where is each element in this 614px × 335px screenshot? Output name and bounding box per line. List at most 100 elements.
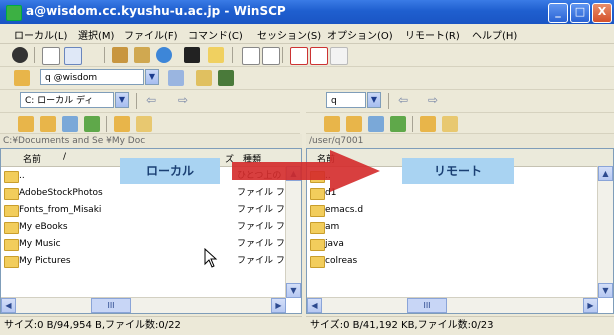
local-nav-toolbar: C: ローカル ディ ▼ ⇦ ⇨ bbox=[0, 90, 300, 113]
col-name[interactable]: 名前 bbox=[23, 152, 41, 165]
music-folder-icon bbox=[4, 239, 19, 251]
remote-dir-combo[interactable]: q bbox=[326, 92, 366, 108]
list-item[interactable]: java bbox=[307, 237, 613, 252]
refresh-dir-icon[interactable] bbox=[84, 116, 100, 132]
plus-icon[interactable] bbox=[242, 47, 260, 65]
root-dir-icon[interactable] bbox=[40, 116, 56, 132]
minimize-button[interactable]: _ bbox=[548, 3, 568, 23]
new-folder-icon[interactable] bbox=[208, 47, 224, 63]
minus-icon[interactable] bbox=[262, 47, 280, 65]
toolbar-separator bbox=[106, 116, 107, 132]
remote-vertical-scrollbar[interactable]: ▲ ▼ bbox=[597, 166, 613, 298]
home-icon[interactable] bbox=[62, 116, 78, 132]
open-dir-icon[interactable] bbox=[420, 116, 436, 132]
toolbar-separator bbox=[136, 93, 137, 109]
winscp-app-icon bbox=[6, 5, 22, 21]
scroll-up-button[interactable]: ▲ bbox=[598, 166, 613, 181]
save-session-icon[interactable] bbox=[218, 70, 234, 86]
forward-icon[interactable]: ⇨ bbox=[428, 93, 438, 107]
parent-folder-icon bbox=[4, 171, 19, 183]
local-dir-toolbar bbox=[0, 113, 300, 134]
session-toolbar: q @wisdom ▼ bbox=[0, 67, 614, 90]
forward-icon[interactable]: ⇨ bbox=[178, 93, 188, 107]
menu-file[interactable]: ファイル(F) bbox=[124, 27, 178, 42]
folder-icon bbox=[310, 222, 325, 234]
title-bar: a@wisdom.cc.kyushu-u.ac.jp - WinSCP _ □ … bbox=[0, 0, 614, 24]
menu-session[interactable]: セッション(S) bbox=[257, 27, 321, 42]
session-open-icon[interactable] bbox=[168, 70, 184, 86]
scroll-down-button[interactable]: ▼ bbox=[286, 283, 301, 298]
sync-icon[interactable] bbox=[112, 47, 128, 63]
toolbar-separator bbox=[282, 47, 283, 63]
menu-select[interactable]: 選択(M) bbox=[78, 27, 114, 42]
back-icon[interactable]: ⇦ bbox=[398, 93, 408, 107]
local-overlay-label: ローカル bbox=[120, 158, 220, 184]
list-item[interactable]: emacs.d bbox=[307, 203, 613, 218]
refresh-icon[interactable] bbox=[156, 47, 172, 63]
folder-icon bbox=[4, 222, 19, 234]
workspace-icon[interactable] bbox=[196, 70, 212, 86]
parent-dir-icon[interactable] bbox=[324, 116, 340, 132]
open-dir-icon[interactable] bbox=[114, 116, 130, 132]
find-dir-icon[interactable] bbox=[442, 116, 458, 132]
remote-dir-dropdown[interactable]: ▼ bbox=[367, 92, 381, 108]
list-item[interactable]: My eBooks ファイル フ: bbox=[1, 220, 301, 235]
menu-help[interactable]: ヘルプ(H) bbox=[472, 27, 517, 42]
remote-horizontal-scrollbar[interactable]: ◀ III ▶ bbox=[307, 297, 598, 313]
terminal-icon[interactable] bbox=[184, 47, 200, 63]
remote-path: /user/q7001 bbox=[306, 134, 614, 148]
list-item[interactable]: colreas bbox=[307, 254, 613, 269]
scroll-right-button[interactable]: ▶ bbox=[583, 298, 598, 313]
session-combo[interactable]: q @wisdom bbox=[40, 69, 144, 85]
list-item[interactable]: My Pictures ファイル フ: bbox=[1, 254, 301, 269]
compare-icon[interactable] bbox=[134, 47, 150, 63]
scroll-left-button[interactable]: ◀ bbox=[1, 298, 16, 313]
local-path: C:¥Documents and Se ¥My Doc bbox=[0, 134, 302, 148]
col-sort-indicator: / bbox=[63, 152, 67, 162]
new-session-icon[interactable] bbox=[14, 70, 30, 86]
main-toolbar bbox=[0, 44, 614, 67]
toolbar-separator bbox=[412, 116, 413, 132]
copy-icon[interactable] bbox=[64, 47, 82, 65]
open-icon[interactable] bbox=[42, 47, 60, 65]
remote-dir-toolbar bbox=[306, 113, 614, 134]
local-drive-combo[interactable]: C: ローカル ディ bbox=[20, 92, 114, 108]
scroll-left-button[interactable]: ◀ bbox=[307, 298, 322, 313]
folder-icon bbox=[310, 256, 325, 268]
list-item[interactable]: am bbox=[307, 220, 613, 235]
local-drive-dropdown[interactable]: ▼ bbox=[115, 92, 129, 108]
maximize-button[interactable]: □ bbox=[570, 3, 590, 23]
menu-remote[interactable]: リモート(R) bbox=[405, 27, 460, 42]
remote-status: サイズ:0 B/41,192 KB,ファイル数:0/23 bbox=[306, 316, 614, 334]
find-dir-icon[interactable] bbox=[136, 116, 152, 132]
folder-icon bbox=[4, 188, 19, 200]
session-combo-dropdown[interactable]: ▼ bbox=[145, 69, 159, 85]
menu-options[interactable]: オプション(O) bbox=[327, 27, 393, 42]
scroll-thumb[interactable]: III bbox=[91, 298, 131, 313]
remote-nav-toolbar: q ▼ ⇦ ⇨ bbox=[306, 90, 614, 113]
folder-icon bbox=[4, 205, 19, 217]
filter-icon[interactable] bbox=[290, 47, 308, 65]
menu-local[interactable]: ローカル(L) bbox=[14, 27, 67, 42]
refresh-dir-icon[interactable] bbox=[390, 116, 406, 132]
local-status: サイズ:0 B/94,954 B,ファイル数:0/22 bbox=[0, 316, 302, 334]
root-dir-icon[interactable] bbox=[346, 116, 362, 132]
home-icon[interactable] bbox=[368, 116, 384, 132]
scroll-right-button[interactable]: ▶ bbox=[271, 298, 286, 313]
remote-overlay-label: リモート bbox=[402, 158, 514, 184]
back-icon[interactable]: ⇦ bbox=[146, 93, 156, 107]
menu-command[interactable]: コマンド(C) bbox=[188, 27, 243, 42]
toolbar-separator bbox=[104, 47, 105, 63]
scroll-down-button[interactable]: ▼ bbox=[598, 283, 613, 298]
close-button[interactable]: X bbox=[592, 3, 612, 23]
parent-dir-icon[interactable] bbox=[18, 116, 34, 132]
list-item[interactable]: My Music ファイル フ: bbox=[1, 237, 301, 252]
clear-icon[interactable] bbox=[330, 47, 348, 65]
transfer-arrow-icon bbox=[232, 150, 380, 192]
sort-icon[interactable] bbox=[310, 47, 328, 65]
scroll-thumb[interactable]: III bbox=[407, 298, 447, 313]
settings-icon[interactable] bbox=[12, 47, 28, 63]
local-horizontal-scrollbar[interactable]: ◀ III ▶ bbox=[1, 297, 286, 313]
menu-bar: ローカル(L) 選択(M) ファイル(F) コマンド(C) セッション(S) オ… bbox=[0, 24, 614, 44]
list-item[interactable]: Fonts_from_Misaki ファイル フ: bbox=[1, 203, 301, 218]
